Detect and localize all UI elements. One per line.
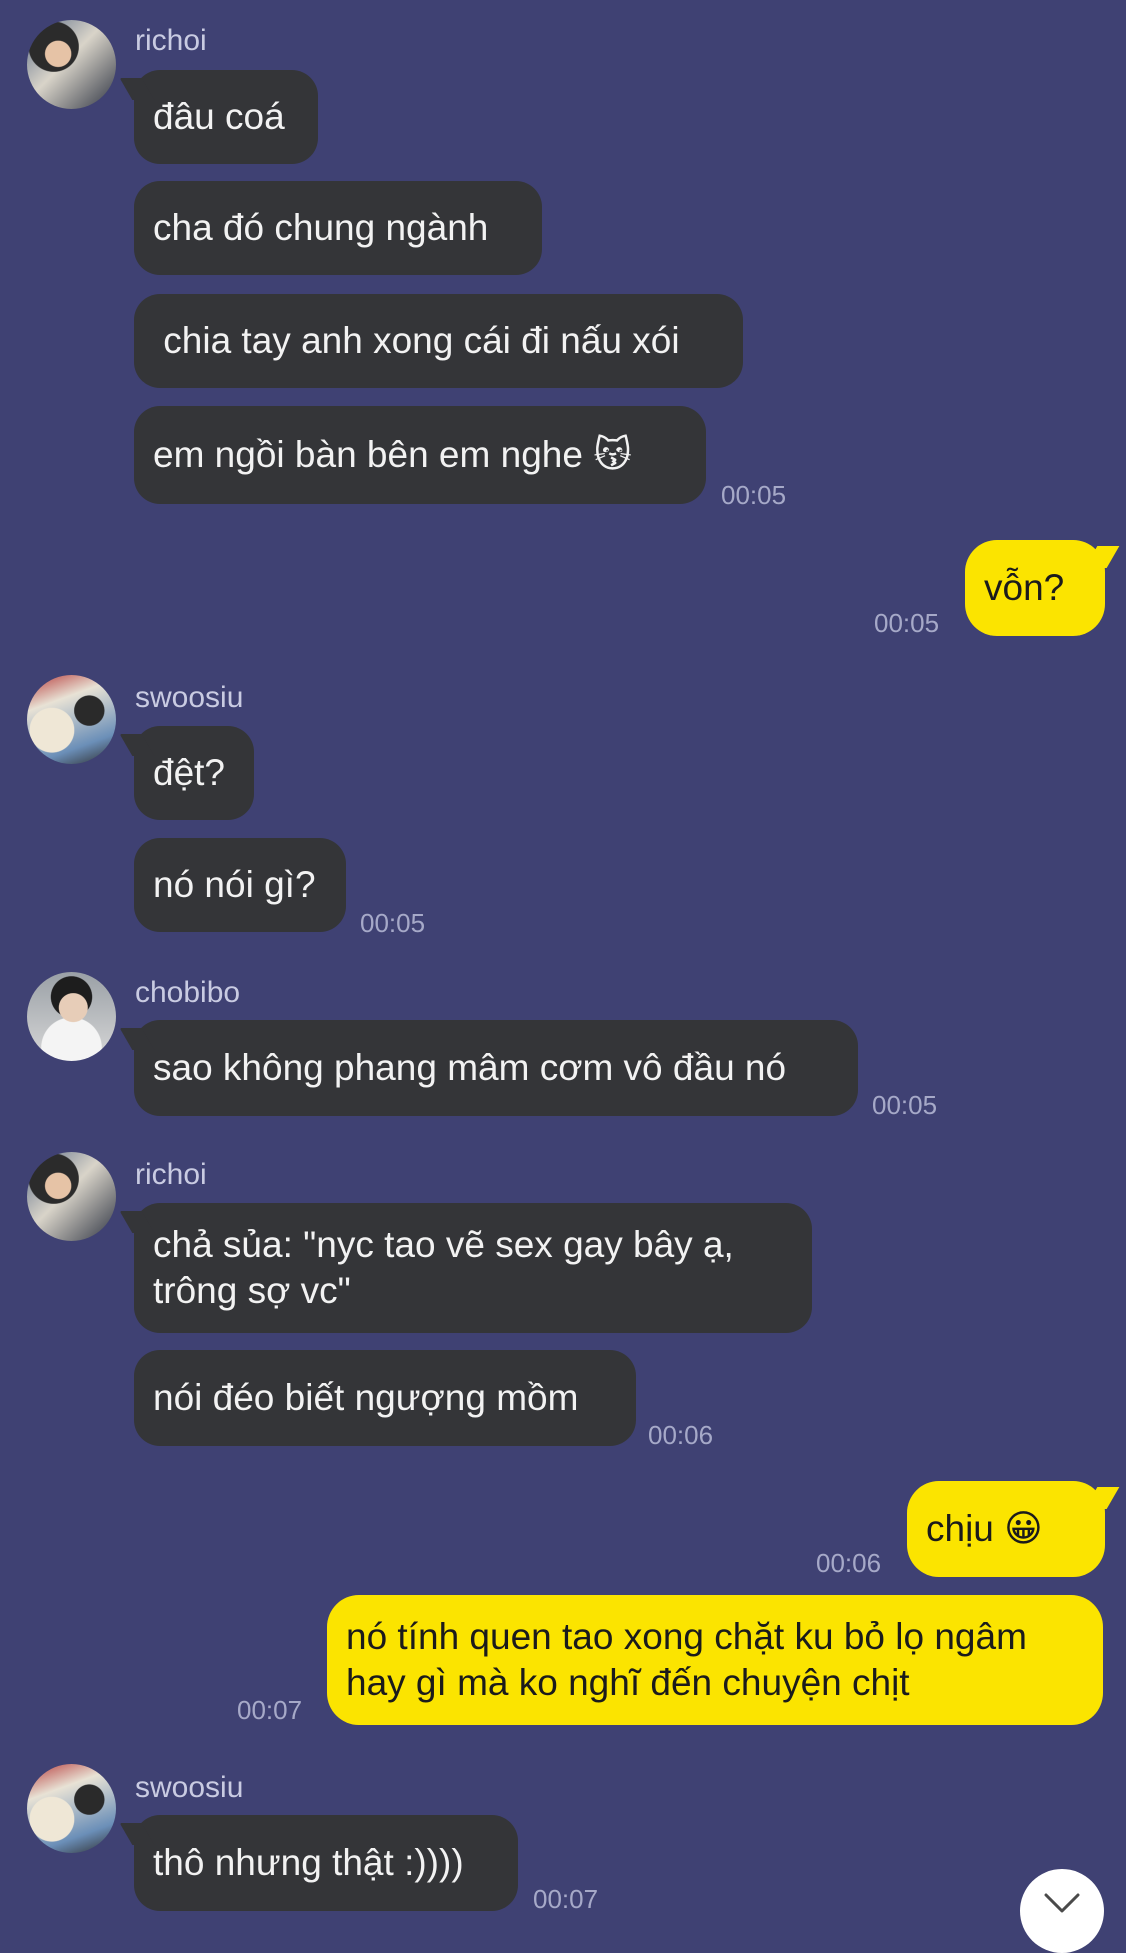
message-bubble[interactable]: thô nhưng thật :)))) [134,1815,518,1911]
message-time: 00:07 [533,1884,599,1914]
message-time: 00:05 [874,608,940,638]
sender-name: swoosiu [135,1771,244,1804]
avatar-chobibo[interactable] [27,972,116,1061]
message-bubble-outgoing[interactable]: chịu 😀 [907,1481,1105,1577]
message-time: 00:05 [360,908,426,938]
sender-name: chobibo [135,976,241,1009]
avatar-richoi[interactable] [27,20,116,109]
message-time: 00:05 [721,480,787,510]
message-bubble[interactable]: sao không phang mâm cơm vô đầu nó [134,1020,858,1116]
message-bubble-outgoing[interactable]: vỗn? [965,540,1105,636]
message-bubble[interactable]: chả sủa: "nyc tao vẽ sex gay bây ạ, trôn… [134,1203,812,1333]
message-bubble[interactable]: nó nói gì? [134,838,346,932]
message-time: 00:06 [648,1420,714,1450]
sender-name: richoi [135,24,207,57]
message-bubble-outgoing[interactable]: nó tính quen tao xong chặt ku bỏ lọ ngâm… [327,1595,1103,1725]
message-time: 00:05 [872,1090,938,1120]
message-bubble[interactable]: đệt? [134,726,254,820]
sender-name: swoosiu [135,681,244,714]
message-time: 00:07 [237,1695,303,1725]
message-bubble[interactable]: cha đó chung ngành [134,181,542,275]
avatar-swoosiu[interactable] [27,1764,116,1853]
scroll-to-bottom-button[interactable] [1020,1869,1104,1953]
message-bubble[interactable]: em ngồi bàn bên em nghe 😽 [134,406,706,504]
message-bubble[interactable]: đâu coá [134,70,318,164]
chevron-down-icon [1044,1893,1080,1913]
message-time: 00:06 [816,1548,882,1578]
avatar-swoosiu[interactable] [27,675,116,764]
message-bubble[interactable]: chia tay anh xong cái đi nấu xói [134,294,743,388]
sender-name: richoi [135,1158,207,1191]
message-bubble[interactable]: nói đéo biết ngượng mồm [134,1350,636,1446]
chat-view[interactable]: richoi đâu coá cha đó chung ngành chia t… [0,0,1126,1953]
avatar-richoi[interactable] [27,1152,116,1241]
